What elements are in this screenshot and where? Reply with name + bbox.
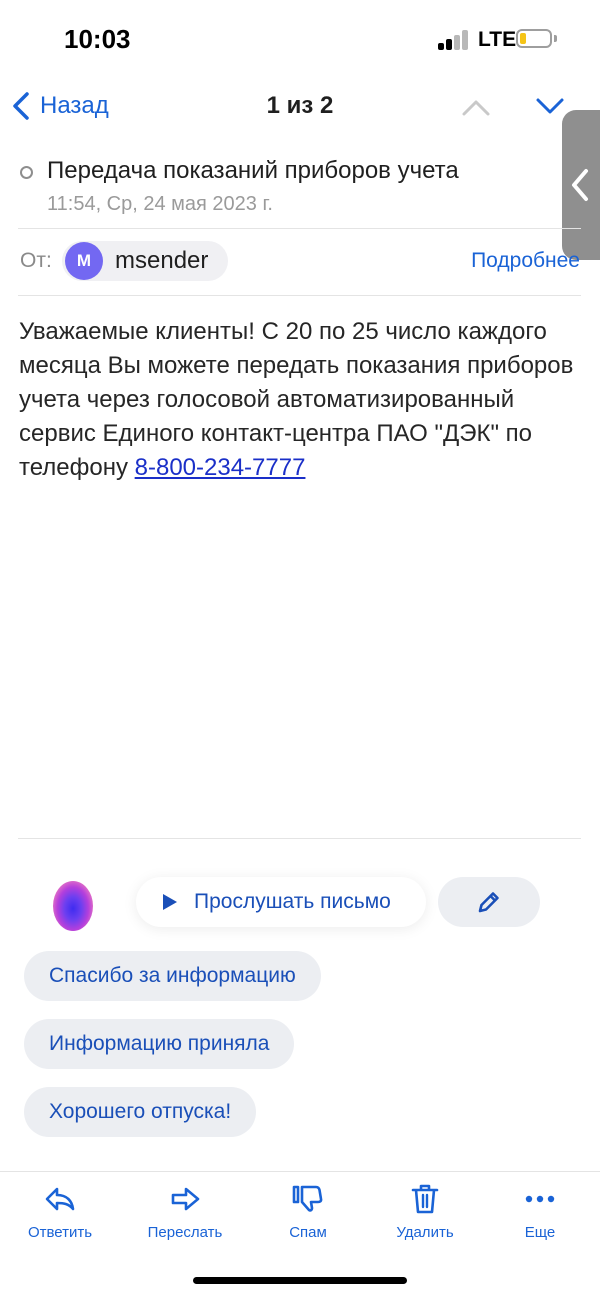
forward-button[interactable]: Переслать: [130, 1182, 240, 1241]
battery-tip: [554, 35, 557, 42]
battery-icon: [516, 29, 552, 48]
assistant-orb-icon[interactable]: [53, 881, 93, 931]
edit-button[interactable]: [438, 877, 540, 927]
status-bar: 10:03 LTE: [0, 0, 600, 76]
chevron-left-icon: [13, 92, 29, 120]
reply-label: Ответить: [27, 1224, 93, 1241]
phone-link[interactable]: 8-800-234-7777: [135, 454, 306, 481]
reply-icon: [45, 1187, 75, 1211]
side-panel-handle[interactable]: [562, 110, 600, 260]
chevron-down-icon: [536, 98, 564, 114]
divider: [18, 838, 581, 839]
next-message-button[interactable]: [534, 92, 566, 120]
message-counter: 1 из 2: [266, 92, 334, 119]
signal-icon: [438, 30, 470, 50]
previous-message-button[interactable]: [460, 92, 492, 120]
listen-label: Прослушать письмо: [194, 890, 391, 913]
play-icon: [163, 894, 177, 910]
unread-dot-icon[interactable]: [20, 166, 33, 179]
more-dots-icon: [525, 1195, 555, 1203]
forward-label: Переслать: [147, 1224, 223, 1241]
home-indicator[interactable]: [193, 1277, 407, 1284]
sender-name: msender: [115, 247, 209, 274]
back-button[interactable]: Назад: [12, 86, 109, 126]
network-type: LTE: [478, 28, 517, 51]
spam-label: Спам: [289, 1224, 327, 1241]
quick-reply-thanks[interactable]: Спасибо за информацию: [24, 951, 321, 1001]
details-link[interactable]: Подробнее: [471, 249, 580, 273]
back-label: Назад: [40, 92, 109, 119]
divider: [18, 228, 581, 229]
sender-chip[interactable]: M msender: [62, 241, 229, 281]
more-label: Еще: [524, 1224, 556, 1241]
chevron-left-icon: [572, 169, 588, 201]
delete-button[interactable]: Удалить: [370, 1182, 480, 1241]
status-time: 10:03: [64, 24, 131, 54]
chevron-up-icon: [462, 100, 490, 116]
reply-button[interactable]: Ответить: [5, 1182, 115, 1241]
delete-label: Удалить: [396, 1224, 454, 1241]
battery-level: [520, 33, 526, 44]
more-button[interactable]: Еще: [485, 1182, 595, 1241]
quick-reply-vacation[interactable]: Хорошего отпуска!: [24, 1087, 257, 1137]
listen-message-button[interactable]: Прослушать письмо: [136, 877, 426, 927]
quick-reply-accepted[interactable]: Информацию приняла: [24, 1019, 295, 1069]
thumbs-down-icon: [292, 1185, 323, 1212]
avatar: M: [65, 242, 103, 280]
spam-button[interactable]: Спам: [253, 1182, 363, 1241]
from-label: От:: [20, 249, 52, 272]
pencil-icon: [478, 892, 499, 913]
forward-icon: [171, 1187, 200, 1211]
trash-icon: [411, 1184, 439, 1214]
message-subject: Передача показаний приборов учета: [47, 157, 459, 184]
message-body: Уважаемые клиенты! С 20 по 25 число кажд…: [19, 315, 579, 485]
divider: [18, 295, 581, 296]
message-date: 11:54, Ср, 24 мая 2023 г.: [47, 193, 273, 215]
